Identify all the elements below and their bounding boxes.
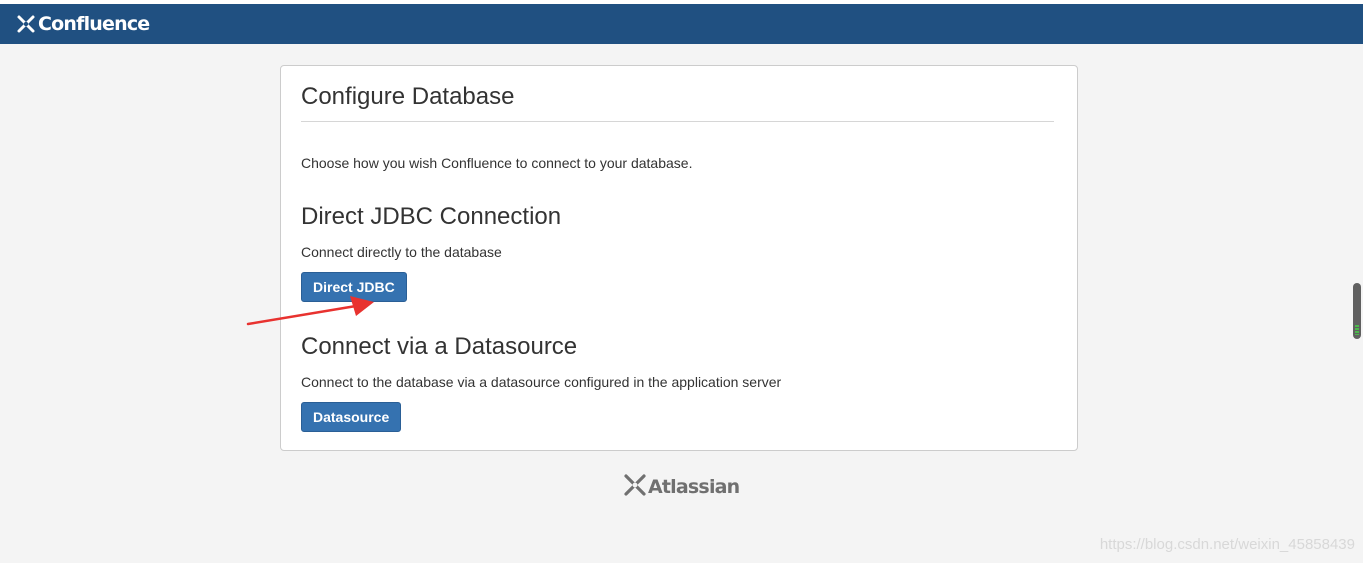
datasource-section-description: Connect to the database via a datasource… xyxy=(301,374,782,390)
atlassian-logo: Atlassian xyxy=(624,473,740,501)
confluence-brand-text: Confluence xyxy=(38,13,150,35)
configure-database-panel: Configure Database Choose how you wish C… xyxy=(280,65,1078,451)
datasource-button[interactable]: Datasource xyxy=(301,402,402,432)
page-title: Configure Database xyxy=(301,83,515,110)
intro-text: Choose how you wish Confluence to connec… xyxy=(301,155,693,171)
datasource-section-heading: Connect via a Datasource xyxy=(301,333,578,360)
atlassian-x-icon xyxy=(624,473,646,501)
csdn-watermark: https://blog.csdn.net/weixin_45858439 xyxy=(1099,536,1355,553)
confluence-logo[interactable]: Confluence xyxy=(16,12,150,36)
app-header: Confluence xyxy=(0,4,1363,44)
confluence-x-icon xyxy=(16,14,36,34)
title-divider xyxy=(301,121,1054,122)
red-arrow-annotation-icon xyxy=(246,296,374,326)
scrollbar-grip-icon xyxy=(1355,325,1359,335)
atlassian-brand-text: Atlassian xyxy=(648,476,740,498)
jdbc-section-heading: Direct JDBC Connection xyxy=(301,203,562,230)
jdbc-section-description: Connect directly to the database xyxy=(301,244,502,260)
vertical-scrollbar-thumb[interactable] xyxy=(1353,283,1361,339)
